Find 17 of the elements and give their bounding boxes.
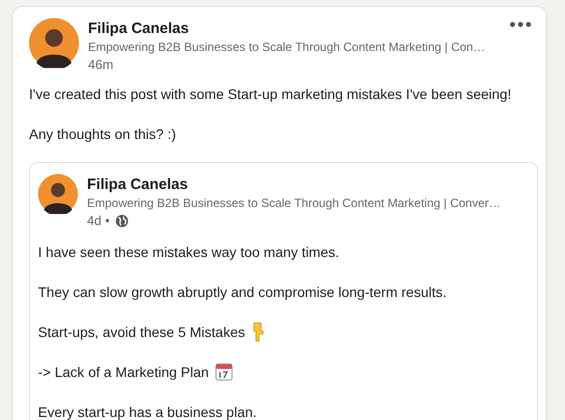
post-text: They can slow growth abruptly and compromise long-term results. — [38, 283, 447, 302]
author-name[interactable]: Filipa Canelas — [88, 20, 486, 38]
post-time: 46m — [88, 56, 114, 74]
post-text: Every start-up has a business plan. — [38, 403, 257, 420]
post-text: Any thoughts on this? :) — [29, 125, 178, 144]
post-time: 4d • — [87, 212, 110, 230]
calendar-icon — [214, 363, 233, 381]
post-text: I've created this post with some Start-up marketing mistakes I've been seeing! — [29, 85, 512, 104]
globe-icon — [114, 214, 129, 228]
post-text: Start-ups, avoid these 5 Mistakes — [38, 323, 245, 342]
avatar-icon[interactable] — [38, 174, 78, 214]
post-text: I have seen these mistakes way too many times. — [38, 243, 340, 262]
avatar-icon[interactable] — [29, 18, 79, 68]
post-text: -> Lack of a Marketing Plan — [38, 363, 209, 382]
author-name[interactable]: Filipa Canelas — [87, 176, 501, 194]
author-headline: Empowering B2B Businesses to Scale Through Content Marketing | Conver… — [87, 195, 501, 212]
author-headline: Empowering B2B Businesses to Scale Through Content Marketing | Con… — [88, 39, 486, 56]
